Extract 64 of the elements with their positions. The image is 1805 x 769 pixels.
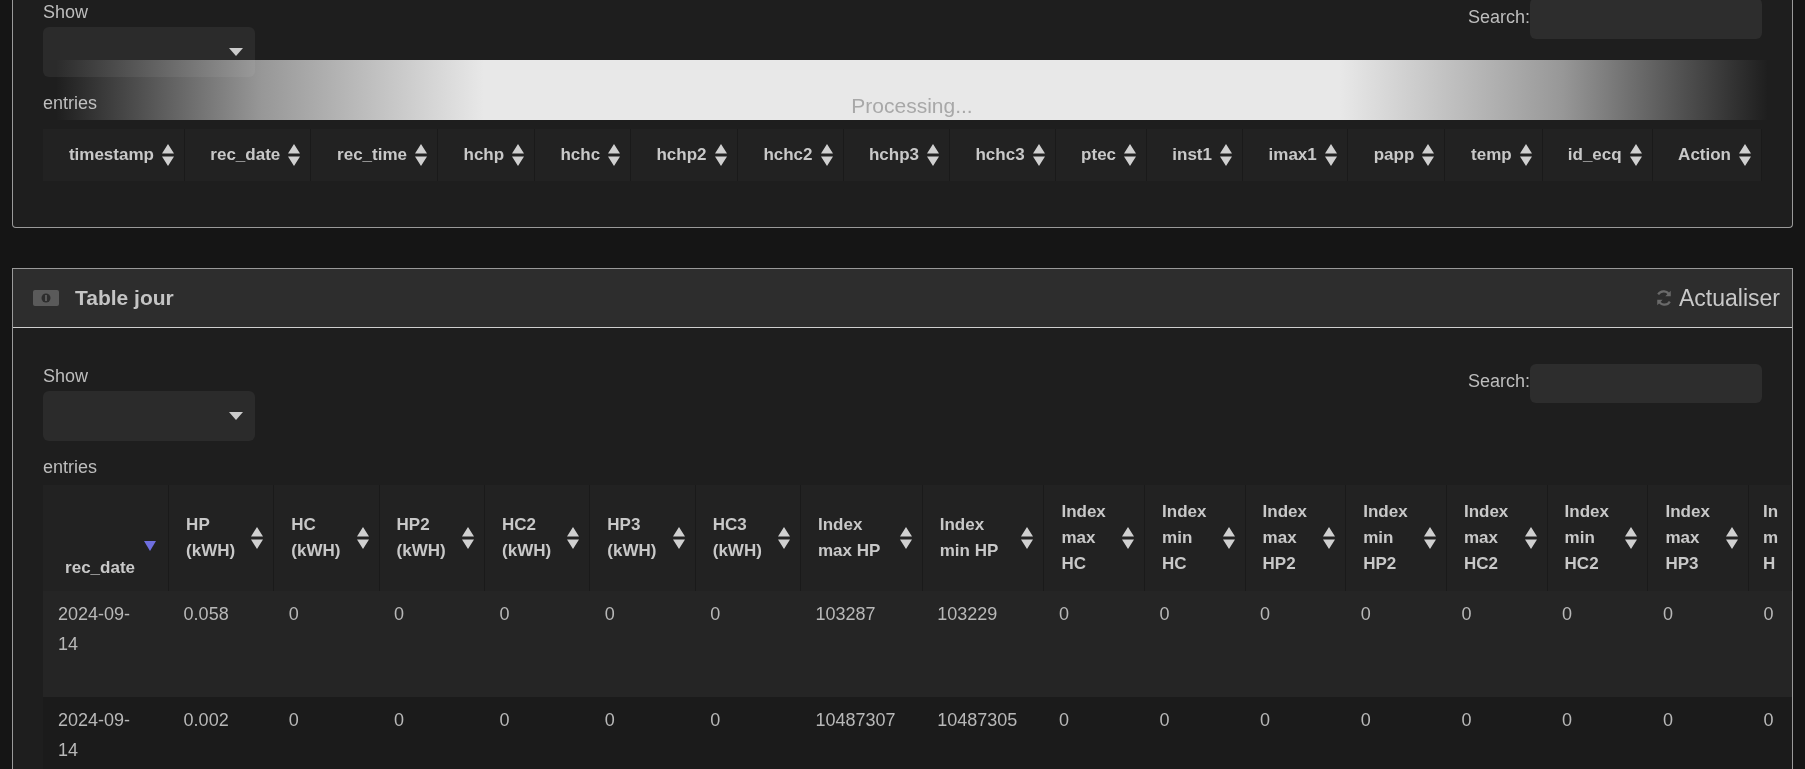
processing-text: Processing... — [851, 93, 973, 119]
table-cell: 103229 — [922, 591, 1044, 697]
column-header[interactable]: hchc — [534, 129, 631, 181]
table-cell: 0 — [1748, 591, 1792, 697]
column-header[interactable]: imax1 — [1242, 129, 1348, 181]
column-header[interactable]: hchc2 — [737, 129, 844, 181]
column-header[interactable]: timestamp — [43, 129, 185, 181]
table-cell: 0 — [1446, 591, 1548, 697]
table-cell: 0 — [695, 591, 801, 697]
caret-icon — [229, 412, 243, 420]
column-header[interactable]: Index max HC — [1043, 485, 1145, 591]
column-header[interactable]: inst1 — [1146, 129, 1243, 181]
column-header[interactable]: hchc3 — [949, 129, 1056, 181]
column-header[interactable]: rec_time — [310, 129, 438, 181]
table-cell: 0 — [1245, 591, 1346, 697]
column-header[interactable]: Index min HP2 — [1345, 485, 1447, 591]
column-header[interactable]: HP (kWH) — [168, 485, 274, 591]
table-cell: 0 — [589, 591, 696, 697]
banknote-icon — [33, 290, 59, 306]
column-header[interactable]: HC2 (kWH) — [484, 485, 590, 591]
table-cell: 0.058 — [168, 591, 274, 697]
table-cell: 103287 — [800, 591, 923, 697]
column-header[interactable]: temp — [1444, 129, 1543, 181]
refresh-button[interactable]: Actualiser — [1655, 284, 1780, 312]
column-header[interactable]: Index max HP — [800, 485, 923, 591]
column-header[interactable]: papp — [1347, 129, 1445, 181]
refresh-icon — [1655, 289, 1673, 307]
column-header[interactable]: Action — [1652, 129, 1762, 181]
table-cell: 0 — [1345, 591, 1447, 697]
table-cell: 0 — [1043, 591, 1145, 697]
table-cell: 2024-09-14 — [43, 591, 169, 697]
column-header[interactable]: In m H — [1748, 485, 1792, 591]
column-header[interactable]: HP3 (kWH) — [589, 485, 696, 591]
column-header[interactable]: id_ecq — [1542, 129, 1653, 181]
column-header[interactable]: rec_date — [184, 129, 311, 181]
entries-label: entries — [43, 456, 99, 479]
column-header[interactable]: Index min HP — [922, 485, 1044, 591]
search-label: Search: — [1467, 6, 1530, 29]
table-cell: 0 — [379, 591, 485, 697]
column-header[interactable]: HC (kWH) — [273, 485, 380, 591]
table-cell: 0 — [1547, 591, 1648, 697]
table-cell: 0 — [1647, 591, 1749, 697]
column-header[interactable]: Index max HP3 — [1647, 485, 1749, 591]
table-cell: 0 — [273, 591, 380, 697]
column-header[interactable]: hchp2 — [630, 129, 737, 181]
column-header[interactable]: rec_date — [43, 485, 169, 591]
page-length-select[interactable] — [43, 27, 255, 77]
column-header[interactable]: Index max HC2 — [1446, 485, 1548, 591]
entries-label: entries — [43, 92, 99, 115]
column-header[interactable]: HP2 (kWH) — [379, 485, 485, 591]
column-header[interactable]: hchp3 — [843, 129, 950, 181]
column-header[interactable]: ptec — [1055, 129, 1147, 181]
column-header[interactable]: HC3 (kWH) — [695, 485, 801, 591]
search-label: Search: — [1467, 370, 1530, 393]
panel-title: Table jour — [75, 286, 174, 310]
column-header[interactable]: Index min HC2 — [1547, 485, 1648, 591]
column-header[interactable]: hchp — [437, 129, 535, 181]
caret-icon — [229, 48, 243, 56]
table-cell: 0 — [484, 591, 590, 697]
column-header[interactable]: Index min HC — [1144, 485, 1246, 591]
table-cell: 0 — [1144, 591, 1246, 697]
column-header[interactable]: Index max HP2 — [1245, 485, 1346, 591]
show-label: Show — [43, 365, 90, 388]
show-label: Show — [43, 1, 90, 24]
